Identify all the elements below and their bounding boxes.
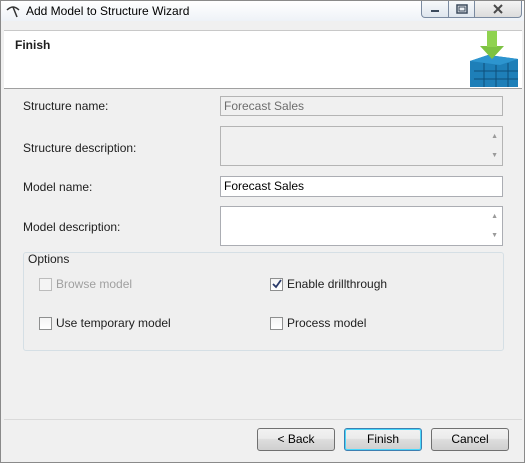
- wizard-window: Add Model to Structure Wizard Finish Str…: [0, 0, 525, 463]
- scroll-down-icon: ▼: [491, 152, 498, 159]
- scroll-up-icon[interactable]: ▲: [491, 213, 498, 220]
- footer-divider: [4, 419, 522, 420]
- maximize-icon: [455, 4, 468, 14]
- options-group: [23, 252, 504, 351]
- title-bar[interactable]: Add Model to Structure Wizard: [1, 1, 524, 21]
- enable-drillthrough-checkbox[interactable]: [270, 278, 283, 291]
- process-model-label: Process model: [287, 316, 367, 330]
- browse-model-checkbox[interactable]: [39, 278, 52, 291]
- process-model-checkbox[interactable]: [270, 317, 283, 330]
- finish-button[interactable]: Finish: [344, 428, 422, 451]
- scroll-up-icon: ▲: [491, 133, 498, 140]
- structure-name-label: Structure name:: [23, 99, 109, 113]
- structure-description-field: ▲ ▼: [220, 126, 503, 166]
- model-name-label: Model name:: [23, 180, 93, 194]
- model-description-label: Model description:: [23, 220, 121, 234]
- cancel-button[interactable]: Cancel: [431, 428, 509, 451]
- structure-description-label: Structure description:: [23, 141, 137, 155]
- enable-drillthrough-label: Enable drillthrough: [287, 277, 388, 291]
- scroll-down-icon[interactable]: ▼: [491, 232, 498, 239]
- close-button[interactable]: [474, 1, 522, 18]
- minimize-icon: [431, 10, 439, 12]
- wizard-header: Finish: [4, 30, 522, 89]
- options-group-title: Options: [28, 252, 70, 266]
- minimize-button[interactable]: [421, 1, 449, 18]
- use-temporary-model-label: Use temporary model: [56, 316, 171, 330]
- model-description-input[interactable]: ▲ ▼: [220, 206, 503, 246]
- maximize-button[interactable]: [448, 1, 475, 18]
- back-button[interactable]: < Back: [257, 428, 335, 451]
- model-description-scrollbar[interactable]: ▲ ▼: [486, 207, 502, 245]
- structure-name-field: Forecast Sales: [220, 96, 503, 116]
- use-temporary-model-checkbox[interactable]: [39, 317, 52, 330]
- pickaxe-icon: [6, 4, 20, 18]
- structure-description-scrollbar: ▲ ▼: [486, 127, 502, 165]
- browse-model-label: Browse model: [56, 277, 133, 291]
- mining-structure-arrow-icon: [466, 31, 522, 87]
- close-icon: [493, 4, 503, 14]
- window-title: Add Model to Structure Wizard: [26, 4, 190, 18]
- model-name-input[interactable]: Forecast Sales: [220, 176, 503, 197]
- page-title: Finish: [15, 38, 51, 52]
- checkmark-icon: [272, 279, 282, 289]
